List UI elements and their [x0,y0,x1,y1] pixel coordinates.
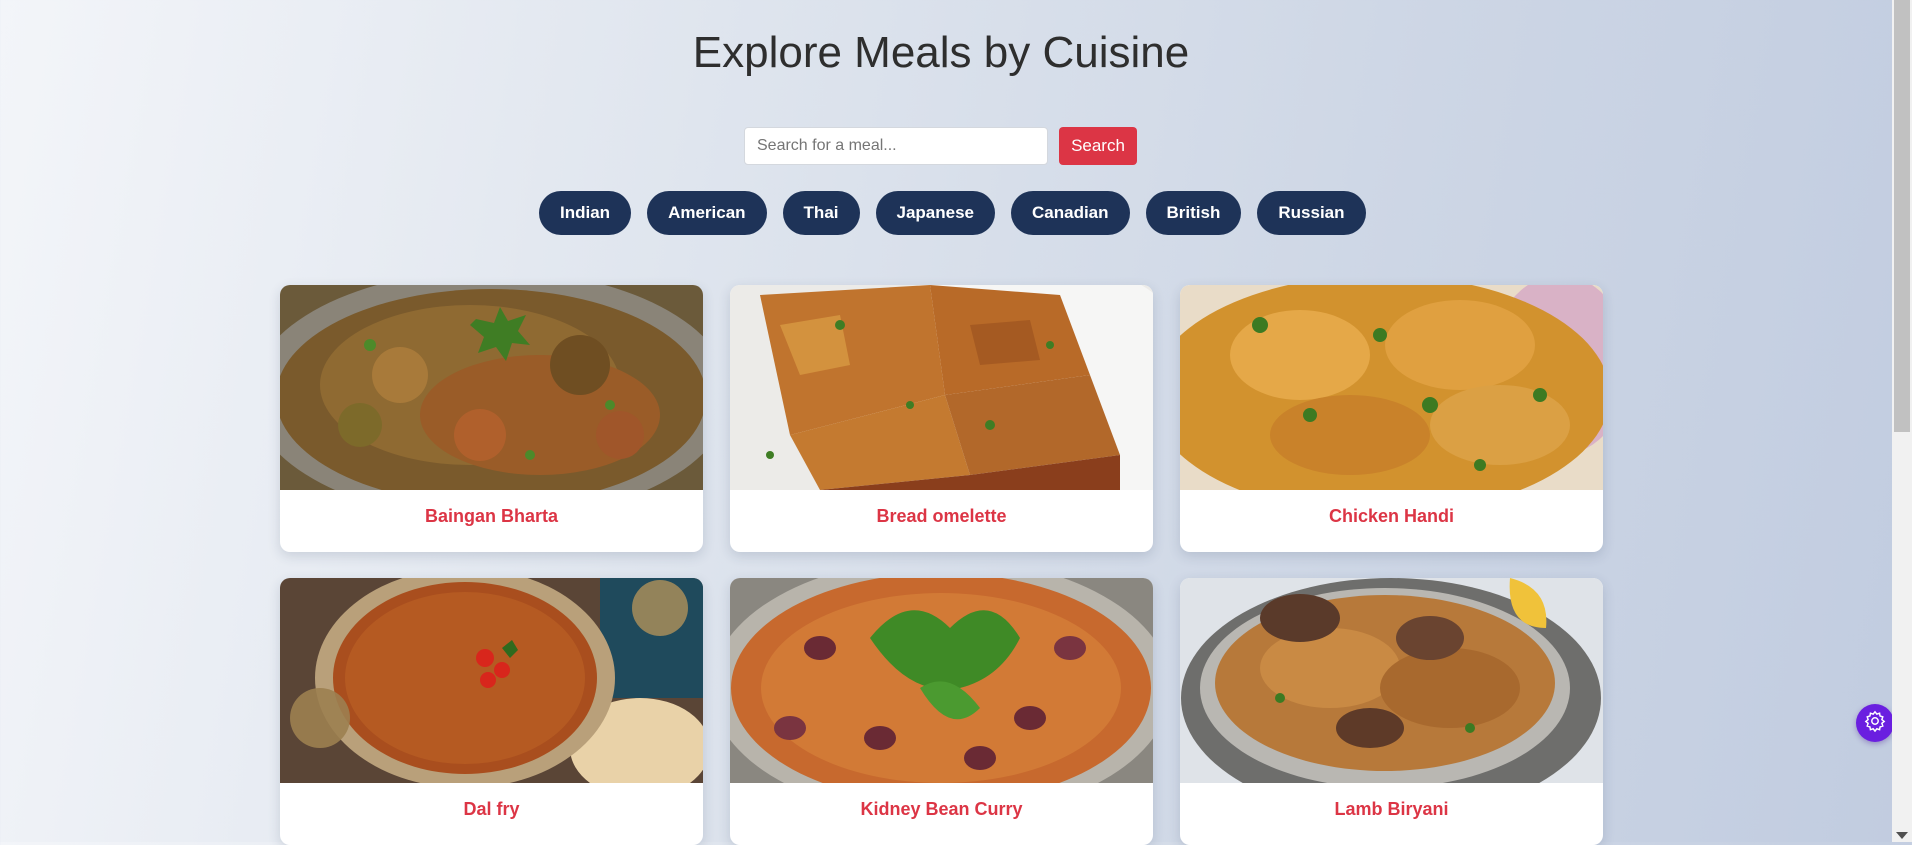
cuisine-button-russian[interactable]: Russian [1257,191,1366,235]
accessibility-widget-button[interactable] [1856,704,1894,742]
meal-grid: Baingan Bharta Bread omelette Chicken Ha… [280,285,1604,845]
gear-icon [1864,710,1886,737]
search-button[interactable]: Search [1059,127,1137,165]
meal-photo [280,285,703,490]
meal-card[interactable]: Chicken Handi [1180,285,1603,552]
cuisine-button-british[interactable]: British [1145,191,1242,235]
search-bar: Search [744,127,1137,165]
meal-name: Bread omelette [876,506,1007,526]
meal-photo [1180,285,1603,490]
meal-name: Dal fry [463,799,520,819]
meal-card[interactable]: Lamb Biryani [1180,578,1603,845]
meal-name: Chicken Handi [1328,506,1455,526]
cuisine-button-canadian[interactable]: Canadian [1011,191,1130,235]
page: Explore Meals by Cuisine Search Indian A… [0,0,1892,845]
meal-photo [1180,578,1603,783]
search-input[interactable] [744,127,1048,165]
meal-card[interactable]: Dal fry [280,578,703,845]
chevron-down-icon[interactable] [1896,832,1908,839]
meal-name: Lamb Biryani [1334,799,1449,819]
cuisine-button-japanese[interactable]: Japanese [875,191,995,235]
meal-name: Baingan Bharta [424,506,559,526]
page-title: Explore Meals by Cuisine [692,28,1190,77]
meal-card[interactable]: Baingan Bharta [280,285,703,552]
meal-card[interactable]: Bread omelette [730,285,1153,552]
meal-name: Kidney Bean Curry [860,799,1023,819]
page-scrollbar[interactable] [1892,0,1912,842]
cuisine-button-thai[interactable]: Thai [782,191,860,235]
meal-photo [730,285,1153,490]
scrollbar-thumb[interactable] [1894,0,1910,432]
meal-photo [730,578,1153,783]
meal-photo [280,578,703,783]
cuisine-button-indian[interactable]: Indian [539,191,632,235]
cuisine-filter-list: Indian American Thai Japanese Canadian B… [539,191,1366,235]
cuisine-button-american[interactable]: American [647,191,767,235]
meal-card[interactable]: Kidney Bean Curry [730,578,1153,845]
